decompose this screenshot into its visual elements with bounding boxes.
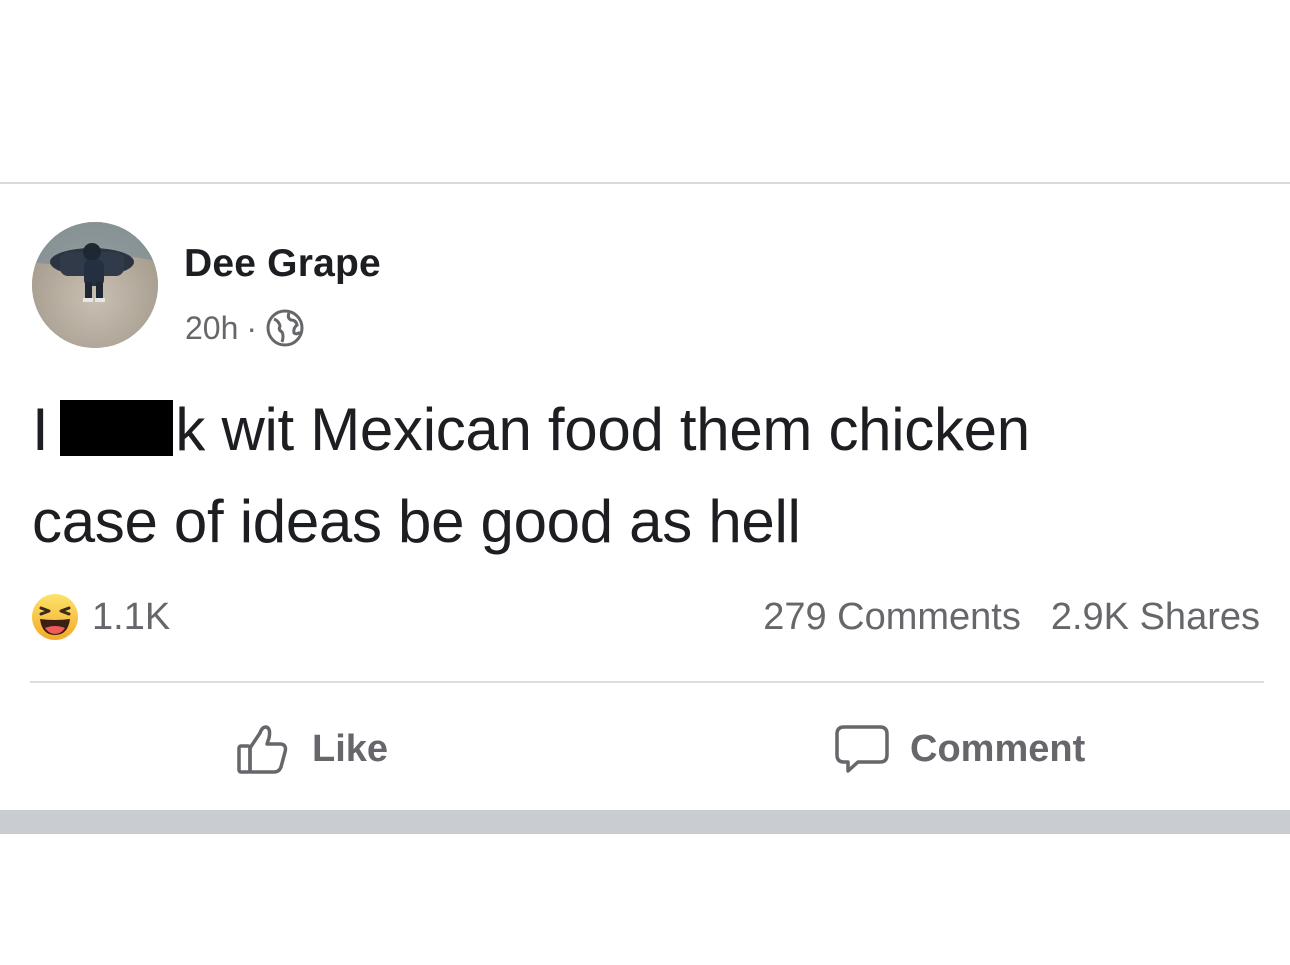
- profile-photo-icon: [32, 222, 158, 348]
- feed-separator-bar: [0, 810, 1290, 834]
- post-text-line-2: case of ideas be good as hell: [32, 488, 801, 555]
- reactions-summary[interactable]: 1.1K: [30, 592, 170, 642]
- meta-separator: ·: [246, 309, 258, 346]
- author-name[interactable]: Dee Grape: [184, 242, 381, 286]
- comment-button[interactable]: Comment: [832, 714, 1085, 784]
- like-button[interactable]: Like: [234, 714, 388, 784]
- avatar[interactable]: [32, 222, 158, 348]
- post-time[interactable]: 20h: [185, 310, 238, 347]
- post-meta: 20h ·: [185, 308, 305, 348]
- shares-count[interactable]: 2.9K Shares: [1051, 596, 1260, 639]
- like-label: Like: [312, 727, 389, 770]
- actions-divider: [30, 681, 1264, 683]
- redaction-box: [60, 400, 174, 456]
- post-text: Ik wit Mexican food them chicken case of…: [32, 384, 1262, 568]
- comments-count[interactable]: 279 Comments: [763, 596, 1021, 639]
- post-card: Dee Grape 20h · Ik wit Mexican food them…: [0, 184, 1290, 810]
- comment-label: Comment: [910, 727, 1086, 770]
- reaction-count: 1.1K: [92, 595, 171, 638]
- post-text-end: k wit Mexican food them chicken: [175, 396, 1030, 463]
- post-stats: 279 Comments 2.9K Shares: [763, 592, 1260, 642]
- thumbs-up-icon: [237, 725, 288, 774]
- globe-icon[interactable]: [265, 308, 305, 348]
- haha-icon: [32, 594, 78, 640]
- comment-bubble-icon: [835, 725, 889, 773]
- post-text-line-1: Ik wit Mexican food them chicken: [32, 384, 1262, 476]
- post-text-start: I: [32, 396, 49, 463]
